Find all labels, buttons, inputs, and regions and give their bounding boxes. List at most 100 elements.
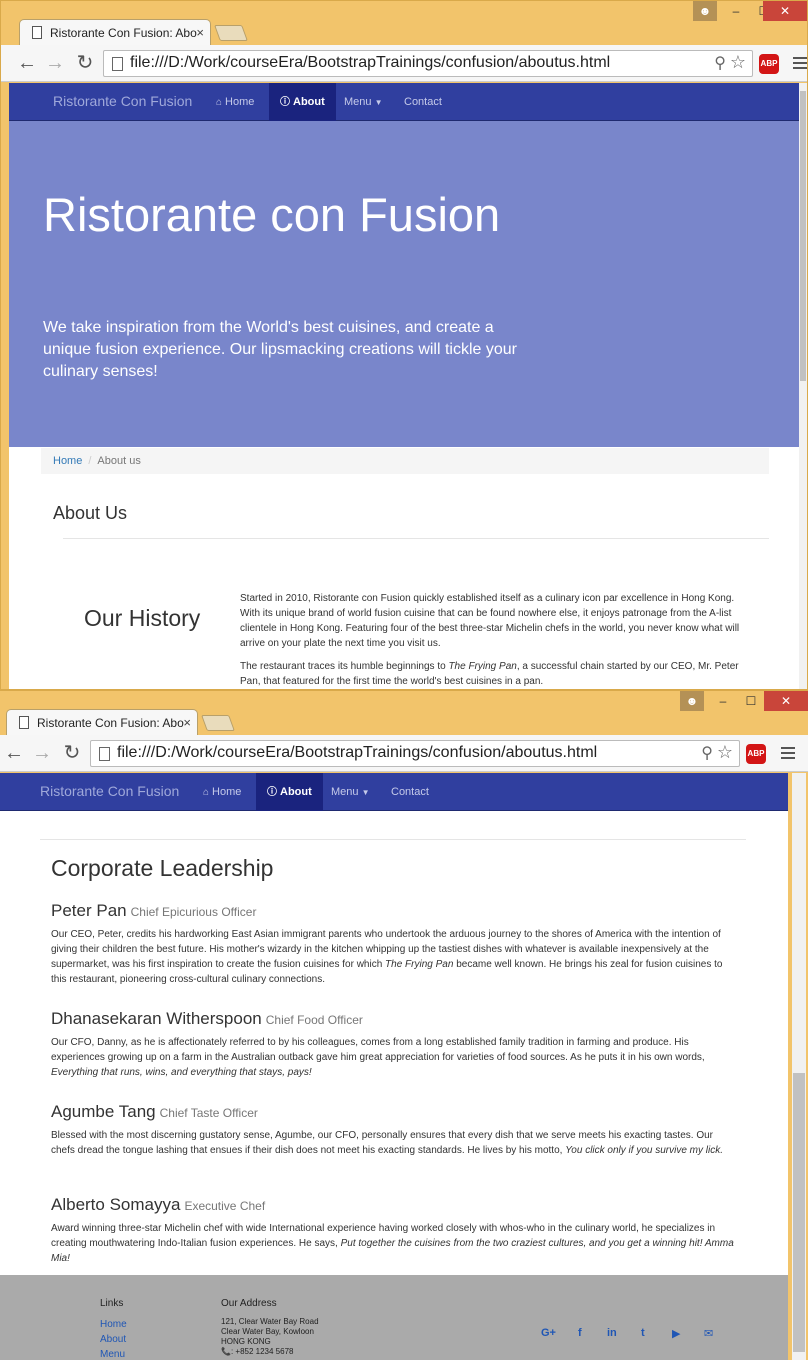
- caret-down-icon: ▼: [374, 98, 383, 107]
- info-icon: ⓘ: [280, 97, 290, 108]
- bookmark-star-icon[interactable]: ☆: [717, 742, 733, 763]
- jumbotron: Ristorante con Fusion We take inspiratio…: [9, 121, 799, 447]
- divider: [63, 538, 769, 539]
- footer-link-home[interactable]: Home: [100, 1319, 127, 1330]
- browser-toolbar: ← → ↻ file:///D:/Work/courseEra/Bootstra…: [1, 45, 807, 82]
- footer-link-about[interactable]: About: [100, 1334, 126, 1345]
- nav-about[interactable]: ⓘ About: [256, 773, 323, 811]
- leader-name: Alberto Somayya: [51, 1195, 181, 1214]
- chrome-menu-icon[interactable]: [793, 54, 807, 72]
- mail-icon[interactable]: ✉: [704, 1327, 713, 1340]
- footer-link-menu[interactable]: Menu: [100, 1349, 125, 1360]
- title-bar: Ristorante Con Fusion: Abo × ☻ – ☐ ✕: [1, 1, 807, 46]
- user-icon[interactable]: ☻: [693, 1, 717, 21]
- bookmark-star-icon[interactable]: ☆: [730, 52, 746, 73]
- breadcrumb-current: About us: [97, 455, 141, 467]
- nav-about-label: About: [280, 786, 312, 798]
- divider: [40, 839, 746, 840]
- forward-arrow-icon[interactable]: →: [43, 51, 67, 75]
- url-text: file:///D:/Work/courseEra/BootstrapTrain…: [117, 744, 598, 761]
- leader-role: Executive Chef: [184, 1199, 266, 1213]
- tab-close-icon[interactable]: ×: [196, 25, 204, 40]
- new-tab-button[interactable]: [201, 715, 235, 731]
- close-window-button[interactable]: ✕: [764, 691, 808, 711]
- nav-home[interactable]: ⌂ Home: [192, 773, 252, 811]
- close-window-button[interactable]: ✕: [763, 1, 807, 21]
- nav-contact[interactable]: Contact: [393, 83, 453, 121]
- history-text: Started in 2010, Ristorante con Fusion q…: [240, 591, 740, 689]
- google-plus-icon[interactable]: G+: [541, 1327, 556, 1339]
- page-icon: [32, 26, 42, 39]
- user-icon[interactable]: ☻: [680, 691, 704, 711]
- chrome-menu-icon[interactable]: [781, 744, 795, 762]
- page-viewport: Ristorante Con Fusion ⌂ Home ⓘ About Menu …: [9, 83, 799, 689]
- navbar: Ristorante Con Fusion ⌂ Home ⓘ About Menu …: [0, 773, 788, 811]
- browser-window-top: Ristorante Con Fusion: Abo × ☻ – ☐ ✕ ← →…: [0, 0, 808, 690]
- footer-phone: 📞: +852 1234 5678: [221, 1347, 294, 1356]
- browser-tab[interactable]: Ristorante Con Fusion: Abo ×: [19, 19, 211, 46]
- footer-address-heading: Our Address: [221, 1298, 277, 1309]
- leader-card: Agumbe Tang Chief Taste Officer Blessed w…: [51, 1102, 736, 1158]
- twitter-icon[interactable]: t: [641, 1327, 645, 1339]
- youtube-icon[interactable]: ▶: [672, 1327, 680, 1340]
- nav-contact-label: Contact: [391, 786, 429, 798]
- footer-address-line: HONG KONG: [221, 1337, 271, 1346]
- breadcrumb-home-link[interactable]: Home: [53, 455, 82, 467]
- page-icon: [99, 747, 110, 761]
- reload-icon[interactable]: ↻: [73, 51, 97, 75]
- tab-title: Ristorante Con Fusion: Abo: [50, 26, 197, 40]
- footer-address-line: Clear Water Bay, Kowloon: [221, 1327, 314, 1336]
- leader-bio: Award winning three-star Michelin chef w…: [51, 1223, 734, 1264]
- back-arrow-icon[interactable]: ←: [15, 51, 39, 75]
- scrollbar[interactable]: [792, 773, 806, 1360]
- nav-menu-label: Menu: [331, 786, 359, 798]
- new-tab-button[interactable]: [214, 25, 248, 41]
- browser-tab[interactable]: Ristorante Con Fusion: Abo ×: [6, 709, 198, 736]
- address-bar[interactable]: file:///D:/Work/courseEra/BootstrapTrain…: [103, 50, 753, 77]
- adblock-icon[interactable]: ABP: [759, 54, 779, 74]
- scrollbar-thumb[interactable]: [793, 1073, 805, 1352]
- nav-contact[interactable]: Contact: [380, 773, 440, 811]
- browser-toolbar: ← → ↻ file:///D:/Work/courseEra/Bootstra…: [0, 735, 808, 772]
- nav-home-label: Home: [225, 96, 255, 108]
- adblock-icon[interactable]: ABP: [746, 744, 766, 764]
- nav-menu-dropdown[interactable]: Menu ▼: [320, 773, 381, 811]
- history-paragraph-1: Started in 2010, Ristorante con Fusion q…: [240, 593, 740, 649]
- history-paragraph-2: The restaurant traces its humble beginni…: [240, 661, 739, 687]
- breadcrumb: Home / About us: [41, 448, 769, 474]
- title-bar: Ristorante Con Fusion: Abo × ☻ – ☐ ✕: [0, 691, 808, 736]
- reload-icon[interactable]: ↻: [60, 741, 84, 765]
- zoom-icon[interactable]: ⚲: [714, 53, 726, 73]
- nav-home[interactable]: ⌂ Home: [205, 83, 265, 121]
- navbar-brand[interactable]: Ristorante Con Fusion: [40, 783, 179, 799]
- page-viewport: Ristorante Con Fusion ⌂ Home ⓘ About Menu …: [0, 773, 788, 1360]
- forward-arrow-icon[interactable]: →: [30, 741, 54, 765]
- tab-close-icon[interactable]: ×: [183, 715, 191, 730]
- jumbotron-title: Ristorante con Fusion: [43, 188, 501, 241]
- breadcrumb-separator: /: [88, 455, 92, 467]
- nav-menu-dropdown[interactable]: Menu ▼: [333, 83, 394, 121]
- scrollbar-thumb[interactable]: [800, 91, 806, 381]
- zoom-icon[interactable]: ⚲: [701, 743, 713, 763]
- navbar-brand[interactable]: Ristorante Con Fusion: [53, 93, 192, 109]
- address-bar[interactable]: file:///D:/Work/courseEra/BootstrapTrain…: [90, 740, 740, 767]
- minimize-button[interactable]: –: [721, 1, 751, 21]
- scrollbar[interactable]: [799, 83, 807, 689]
- maximize-button[interactable]: ☐: [736, 691, 766, 711]
- nav-contact-label: Contact: [404, 96, 442, 108]
- nav-about[interactable]: ⓘ About: [269, 83, 336, 121]
- page-icon: [112, 57, 123, 71]
- leader-name: Dhanasekaran Witherspoon: [51, 1009, 262, 1028]
- info-icon: ⓘ: [267, 787, 277, 798]
- back-arrow-icon[interactable]: ←: [2, 741, 26, 765]
- leader-role: Chief Epicurious Officer: [130, 905, 257, 919]
- leader-role: Chief Taste Officer: [159, 1106, 258, 1120]
- footer-links-heading: Links: [100, 1298, 124, 1309]
- leader-role: Chief Food Officer: [265, 1013, 363, 1027]
- facebook-icon[interactable]: f: [578, 1327, 582, 1339]
- leader-card: Peter Pan Chief Epicurious Officer Our CE…: [51, 901, 736, 987]
- linkedin-icon[interactable]: in: [607, 1327, 617, 1339]
- navbar: Ristorante Con Fusion ⌂ Home ⓘ About Menu …: [9, 83, 799, 121]
- minimize-button[interactable]: –: [708, 691, 738, 711]
- browser-window-bottom: Ristorante Con Fusion: Abo × ☻ – ☐ ✕ ← →…: [0, 690, 808, 1360]
